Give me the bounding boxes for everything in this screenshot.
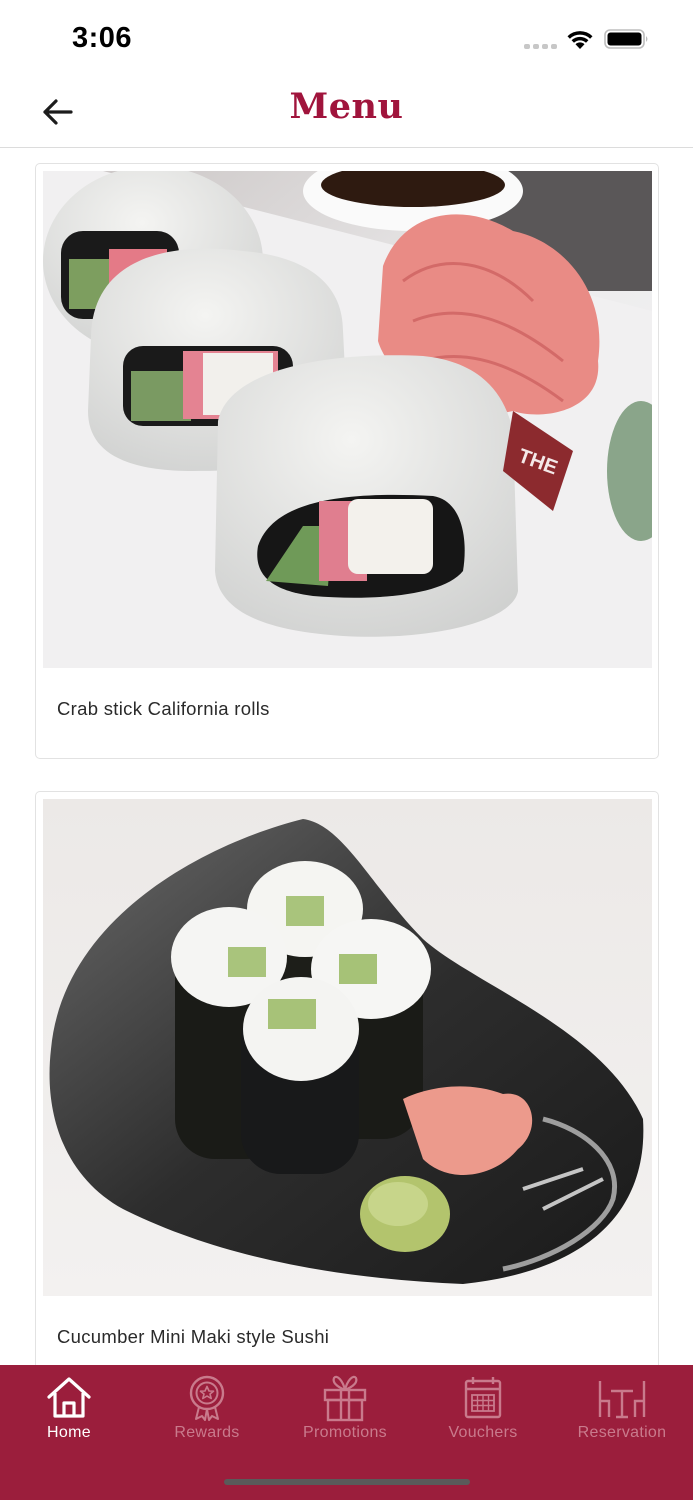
home-icon: [47, 1377, 91, 1418]
nav-label-home: Home: [47, 1424, 91, 1441]
wifi-icon: [567, 31, 593, 49]
nav-label-promotions: Promotions: [303, 1424, 387, 1441]
cucumber-maki-photo: [43, 799, 652, 1296]
calendar-voucher-icon: [464, 1377, 502, 1419]
menu-item-name: Crab stick California rolls: [57, 698, 270, 719]
home-indicator: [224, 1479, 470, 1485]
nav-label-rewards: Rewards: [174, 1424, 240, 1441]
battery-icon: [604, 29, 648, 49]
status-time: 3:06: [72, 22, 133, 54]
menu-item-card[interactable]: THE Crab stick California rolls: [35, 163, 659, 759]
cellular-signal-icon: [524, 44, 558, 50]
table-reservation-icon: [598, 1381, 646, 1419]
nav-item-vouchers[interactable]: Vouchers: [414, 1365, 552, 1455]
menu-list[interactable]: THE Crab stick California rolls Cucumber…: [0, 149, 693, 1365]
gift-icon: [323, 1375, 367, 1422]
menu-item-name: Cucumber Mini Maki style Sushi: [57, 1326, 330, 1347]
nav-item-home[interactable]: Home: [0, 1365, 138, 1455]
nav-item-promotions[interactable]: Promotions: [276, 1365, 414, 1455]
menu-item-card[interactable]: Cucumber Mini Maki style Sushi: [35, 791, 659, 1365]
california-roll-photo: THE: [43, 171, 652, 668]
nav-item-rewards[interactable]: Rewards: [138, 1365, 276, 1455]
bottom-navigation: Home Rewards Promotions Vouchers Reserva…: [0, 1365, 693, 1500]
nav-item-reservation[interactable]: Reservation: [553, 1365, 691, 1455]
page-title: Menu: [289, 86, 404, 127]
status-bar: 3:06: [0, 0, 693, 78]
nav-label-vouchers: Vouchers: [448, 1424, 518, 1441]
app-header: Menu: [0, 78, 693, 148]
nav-label-reservation: Reservation: [577, 1424, 667, 1441]
rewards-medal-icon: [189, 1375, 225, 1421]
